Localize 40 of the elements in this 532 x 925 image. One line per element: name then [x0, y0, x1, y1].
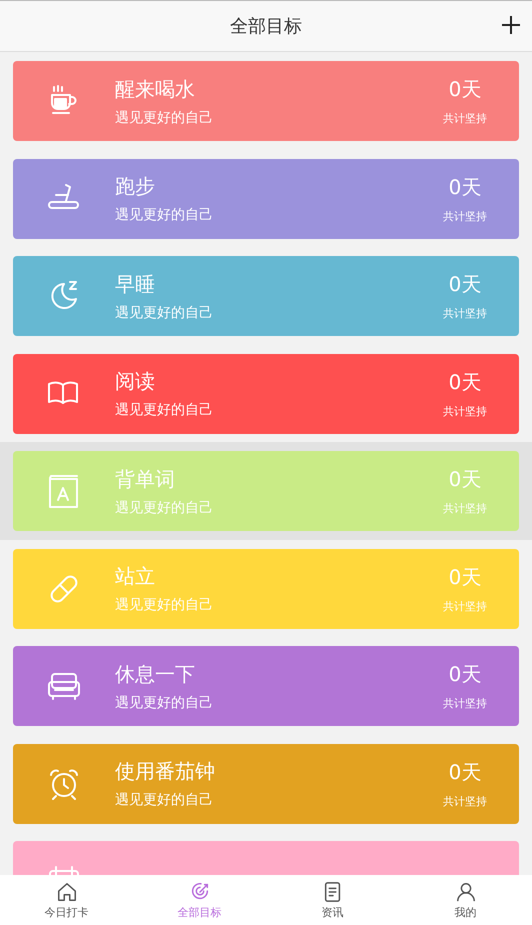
goal-subtitle: 遇见更好的自己: [115, 401, 213, 419]
days-count: 0天: [448, 271, 482, 298]
days-count: 0天: [448, 758, 482, 786]
days-label: 共计坚持: [443, 306, 487, 321]
days-count: 0天: [448, 661, 482, 688]
goal-title: 早睡: [115, 270, 155, 298]
goal-title: 背单词: [115, 466, 175, 492]
goal-subtitle: 遇见更好的自己: [115, 304, 213, 322]
days-count: 0天: [448, 368, 482, 396]
goal-subtitle: 遇见更好的自己: [115, 791, 213, 809]
days-label: 共计坚持: [443, 794, 487, 808]
days-count: 0天: [448, 466, 482, 493]
goal-title: 休息一下: [115, 660, 195, 688]
days-count: 0天: [448, 564, 482, 590]
days-label: 共计坚持: [443, 598, 487, 614]
person-icon: [454, 880, 476, 902]
goal-subtitle: 遇见更好的自己: [115, 206, 213, 224]
days-count: 0天: [448, 174, 482, 200]
tab-item[interactable]: 全部目标: [133, 875, 266, 925]
days-label: 共计坚持: [443, 696, 487, 711]
goal-subtitle: 遇见更好的自己: [115, 694, 213, 712]
goal-title: 醒来喝水: [115, 76, 195, 102]
days-label: 共计坚持: [443, 111, 487, 126]
tab-item[interactable]: 我的: [399, 875, 532, 925]
goal-title: 跑步: [115, 173, 155, 200]
tab-item[interactable]: 今日打卡: [0, 875, 133, 925]
days-label: 共计坚持: [443, 501, 487, 516]
page-title: 全部目标: [230, 15, 302, 38]
days-label: 共计坚持: [443, 208, 487, 224]
goal-title: 站立: [115, 563, 155, 590]
goal-subtitle: 遇见更好的自己: [115, 108, 213, 126]
days-count: 0天: [448, 76, 482, 103]
goal-subtitle: 遇见更好的自己: [115, 596, 213, 614]
add-button[interactable]: [500, 14, 522, 36]
tab-item[interactable]: 资讯: [266, 875, 399, 925]
goal-subtitle: 遇见更好的自己: [115, 498, 213, 516]
goal-title: 阅读: [115, 368, 155, 395]
home-icon: [56, 880, 78, 902]
days-label: 共计坚持: [443, 404, 487, 418]
goal-title: 使用番茄钟: [115, 758, 215, 785]
